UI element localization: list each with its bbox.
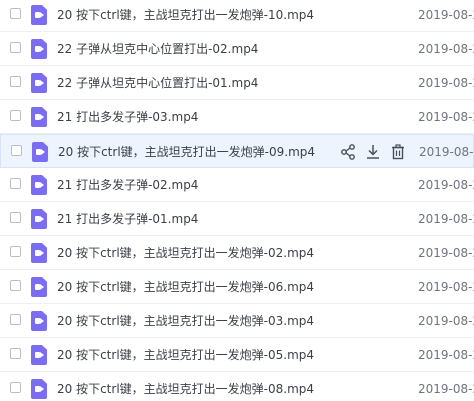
download-icon[interactable] (364, 143, 382, 161)
file-name[interactable]: 22 子弹从坦克中心位置打出-01.mp4 (57, 75, 258, 91)
file-list: 20 按下ctrl键，主战坦克打出一发炮弹-10.mp42019-08-2222… (0, 0, 474, 401)
file-date: 2019-08-22 (418, 8, 474, 22)
row-checkbox[interactable] (10, 246, 21, 257)
file-date: 2019-08-22 (418, 42, 474, 56)
video-file-icon (31, 345, 47, 365)
video-file-icon (31, 209, 47, 229)
file-date: 2019-08-22 (418, 246, 474, 260)
video-file-icon (31, 175, 47, 195)
table-row[interactable]: 20 按下ctrl键，主战坦克打出一发炮弹-08.mp4 2019-08-22 (0, 372, 474, 401)
row-checkbox[interactable] (10, 76, 21, 87)
file-name[interactable]: 20 按下ctrl键，主战坦克打出一发炮弹-09.mp4 (58, 144, 315, 160)
file-date: 2019-08-22 (418, 212, 474, 226)
row-checkbox[interactable] (10, 314, 21, 325)
video-file-icon (31, 243, 47, 263)
file-name[interactable]: 21 打出多发子弹-03.mp4 (57, 109, 198, 125)
table-row[interactable]: 20 按下ctrl键，主战坦克打出一发炮弹-10.mp4 2019-08-22 (0, 0, 474, 32)
table-row[interactable]: 22 子弹从坦克中心位置打出-01.mp4 2019-08-22 (0, 66, 474, 100)
delete-icon[interactable] (389, 143, 407, 161)
file-date: 2019-08-22 (418, 314, 474, 328)
row-checkbox[interactable] (10, 8, 21, 19)
file-date: 2019-08-22 (418, 382, 474, 396)
table-row[interactable]: 21 打出多发子弹-01.mp4 2019-08-22 (0, 202, 474, 236)
file-name[interactable]: 20 按下ctrl键，主战坦克打出一发炮弹-10.mp4 (57, 7, 314, 23)
file-name[interactable]: 22 子弹从坦克中心位置打出-02.mp4 (57, 41, 258, 57)
table-row[interactable]: 20 按下ctrl键，主战坦克打出一发炮弹-05.mp4 2019-08-22 (0, 338, 474, 372)
row-checkbox[interactable] (11, 145, 22, 156)
video-file-icon (31, 5, 47, 25)
row-checkbox[interactable] (10, 178, 21, 189)
file-date: 2019-08-22 (418, 280, 474, 294)
file-name[interactable]: 20 按下ctrl键，主战坦克打出一发炮弹-02.mp4 (57, 245, 314, 261)
file-name[interactable]: 20 按下ctrl键，主战坦克打出一发炮弹-03.mp4 (57, 313, 314, 329)
file-name[interactable]: 20 按下ctrl键，主战坦克打出一发炮弹-05.mp4 (57, 347, 314, 363)
table-row[interactable]: 20 按下ctrl键，主战坦克打出一发炮弹-03.mp4 2019-08-22 (0, 304, 474, 338)
share-icon[interactable] (339, 143, 357, 161)
table-row[interactable]: 20 按下ctrl键，主战坦克打出一发炮弹-02.mp4 2019-08-22 (0, 236, 474, 270)
file-name[interactable]: 21 打出多发子弹-02.mp4 (57, 177, 198, 193)
file-date: 2019-08-22 (419, 145, 474, 159)
table-row[interactable]: 22 子弹从坦克中心位置打出-02.mp4 2019-08-22 (0, 32, 474, 66)
table-row[interactable]: 21 打出多发子弹-03.mp4 2019-08-22 (0, 100, 474, 134)
file-date: 2019-08-22 (418, 110, 474, 124)
video-file-icon (31, 39, 47, 59)
row-actions (339, 143, 411, 161)
file-name[interactable]: 20 按下ctrl键，主战坦克打出一发炮弹-06.mp4 (57, 279, 314, 295)
row-checkbox[interactable] (10, 110, 21, 121)
table-row[interactable]: 20 按下ctrl键，主战坦克打出一发炮弹-09.mp4 2019-08-22 (0, 134, 474, 168)
row-checkbox[interactable] (10, 42, 21, 53)
file-date: 2019-08-22 (418, 178, 474, 192)
file-name[interactable]: 20 按下ctrl键，主战坦克打出一发炮弹-08.mp4 (57, 381, 314, 397)
video-file-icon (31, 277, 47, 297)
table-row[interactable]: 21 打出多发子弹-02.mp4 2019-08-22 (0, 168, 474, 202)
file-date: 2019-08-22 (418, 348, 474, 362)
row-checkbox[interactable] (10, 280, 21, 291)
video-file-icon (31, 379, 47, 399)
row-checkbox[interactable] (10, 382, 21, 393)
row-checkbox[interactable] (10, 348, 21, 359)
video-file-icon (31, 73, 47, 93)
table-row[interactable]: 20 按下ctrl键，主战坦克打出一发炮弹-06.mp4 2019-08-22 (0, 270, 474, 304)
video-file-icon (31, 107, 47, 127)
video-file-icon (32, 142, 48, 162)
file-date: 2019-08-22 (418, 76, 474, 90)
file-name[interactable]: 21 打出多发子弹-01.mp4 (57, 211, 198, 227)
row-checkbox[interactable] (10, 212, 21, 223)
video-file-icon (31, 311, 47, 331)
